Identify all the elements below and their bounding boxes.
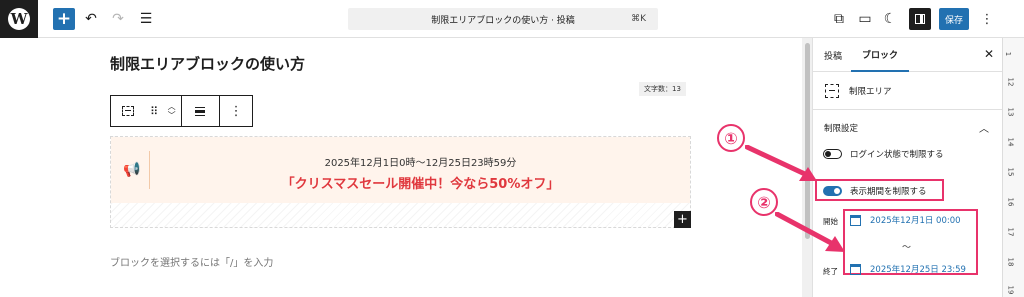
plus-icon: +	[677, 212, 688, 227]
editor-app: W + ↶ ↷ ☰ 制限エリアブロックの使い方 · 投稿 ⌘K ⧉ ▭ ☾ 保存…	[0, 0, 1024, 297]
restricted-area-icon	[121, 106, 134, 116]
end-label: 終了	[823, 267, 838, 276]
tab-post[interactable]: 投稿	[824, 38, 842, 72]
move-buttons[interactable]: ︿ ﹀	[163, 96, 181, 126]
ruler-number: 19	[1006, 285, 1015, 295]
annotation-arrow-one	[745, 145, 817, 181]
editor-canvas: 制限エリアブロックの使い方 文字数：13 ⠿ ︿ ﹀ ⋮ 📢 2025年12月1日…	[0, 38, 800, 297]
settings-toggle-button[interactable]	[909, 8, 931, 30]
wordpress-logo-icon: W	[8, 8, 30, 30]
ruler-number: 16	[1006, 197, 1015, 207]
document-overview-button[interactable]: ☰	[136, 8, 156, 30]
annotation-two: ②	[750, 188, 778, 216]
date-separator: 〜	[902, 243, 912, 253]
block-inserter-button[interactable]: +	[53, 8, 75, 30]
restricted-area-icon	[825, 84, 839, 98]
block-toolbar: ⠿ ︿ ﹀ ⋮	[110, 95, 253, 127]
command-shortcut: ⌘K	[631, 14, 646, 24]
end-date-button[interactable]: 2025年12月25日 23:59	[850, 260, 966, 278]
calendar-icon	[850, 263, 861, 275]
align-button[interactable]	[182, 96, 220, 126]
options-menu-button[interactable]: ⋮	[979, 8, 995, 30]
plus-icon: +	[56, 9, 72, 29]
ruler-number: 1	[1004, 51, 1013, 57]
side-ruler: 1 12 13 14 15 16 17 18 19	[1002, 38, 1024, 297]
preview-button[interactable]: ▭	[857, 8, 873, 30]
login-restrict-toggle[interactable]	[823, 149, 842, 159]
sidebar-tabs: 投稿 ブロック ✕	[813, 38, 1003, 72]
drag-icon: ⠿	[150, 104, 158, 118]
inline-block-inserter[interactable]: +	[674, 211, 691, 228]
annotation-arrow-two	[775, 212, 845, 252]
ruler-number: 12	[1006, 77, 1015, 87]
drag-handle[interactable]: ⠿	[145, 96, 163, 126]
notice-box: 📢 2025年12月1日0時〜12月25日23時59分 「クリスマスセール開催中…	[111, 137, 690, 203]
end-date-value: 2025年12月25日 23:59	[870, 265, 966, 275]
chevron-up-icon[interactable]: ︿	[979, 120, 989, 135]
restricted-area-block[interactable]: 📢 2025年12月1日0時〜12月25日23時59分 「クリスマスセール開催中…	[110, 136, 691, 228]
annotation-one: ①	[717, 124, 745, 152]
close-icon[interactable]: ✕	[982, 47, 996, 61]
post-title[interactable]: 制限エリアブロックの使い方	[110, 53, 305, 74]
notice-period-text: 2025年12月1日0時〜12月25日23時59分	[324, 158, 517, 169]
panel-title[interactable]: 制限設定	[824, 122, 858, 134]
command-palette-bar[interactable]: 制限エリアブロックの使い方 · 投稿 ⌘K	[348, 8, 658, 30]
chevron-up-icon[interactable]: ︿	[168, 102, 176, 111]
block-card-title: 制限エリア	[849, 87, 892, 97]
block-card: 制限エリア	[813, 72, 1003, 110]
start-date-value: 2025年12月1日 00:00	[870, 216, 961, 226]
ruler-number: 13	[1006, 107, 1015, 117]
save-button[interactable]: 保存	[939, 8, 969, 30]
ruler-number: 15	[1006, 167, 1015, 177]
wordpress-logo[interactable]: W	[0, 0, 38, 38]
align-icon	[195, 106, 206, 116]
ruler-number: 14	[1006, 137, 1015, 147]
notice-message: 「クリスマスセール開催中！今なら50%オフ」	[281, 177, 560, 192]
ruler-number: 17	[1006, 227, 1015, 237]
calendar-icon	[850, 214, 861, 226]
undo-button[interactable]: ↶	[81, 8, 101, 30]
styles-button[interactable]: ☾	[882, 8, 898, 30]
undo-icon: ↶	[85, 11, 97, 27]
moon-icon: ☾	[883, 11, 897, 27]
toggle-knob	[825, 151, 831, 157]
more-vertical-icon: ⋮	[229, 103, 243, 119]
document-title-label: 制限エリアブロックの使い方 · 投稿	[431, 15, 575, 26]
canvas-scrollbar-thumb[interactable]	[805, 43, 810, 239]
top-toolbar: W + ↶ ↷ ☰ 制限エリアブロックの使い方 · 投稿 ⌘K ⧉ ▭ ☾ 保存…	[0, 0, 1024, 38]
login-restrict-label: ログイン状態で制限する	[850, 150, 944, 160]
list-view-icon: ☰	[139, 11, 153, 27]
word-count-badge: 文字数：13	[639, 82, 686, 96]
tab-block[interactable]: ブロック	[851, 38, 909, 72]
ruler-number: 18	[1006, 257, 1015, 267]
redo-icon: ↷	[112, 11, 124, 27]
start-date-button[interactable]: 2025年12月1日 00:00	[850, 211, 961, 229]
more-vertical-icon: ⋮	[980, 11, 994, 27]
desktop-icon: ▭	[858, 11, 872, 27]
chevron-down-icon[interactable]: ﹀	[168, 111, 176, 120]
view-post-button[interactable]: ⧉	[831, 8, 847, 30]
external-link-icon: ⧉	[834, 11, 844, 27]
default-block-appender[interactable]: ブロックを選択するには「/」を入力	[110, 254, 273, 269]
redo-button[interactable]: ↷	[108, 8, 128, 30]
period-restrict-toggle[interactable]	[823, 186, 842, 196]
toggle-knob	[834, 188, 840, 194]
sidebar-icon	[915, 14, 925, 24]
period-restrict-label: 表示期間を制限する	[850, 187, 927, 197]
block-options-button[interactable]: ⋮	[220, 96, 252, 126]
block-type-button[interactable]	[111, 96, 145, 126]
